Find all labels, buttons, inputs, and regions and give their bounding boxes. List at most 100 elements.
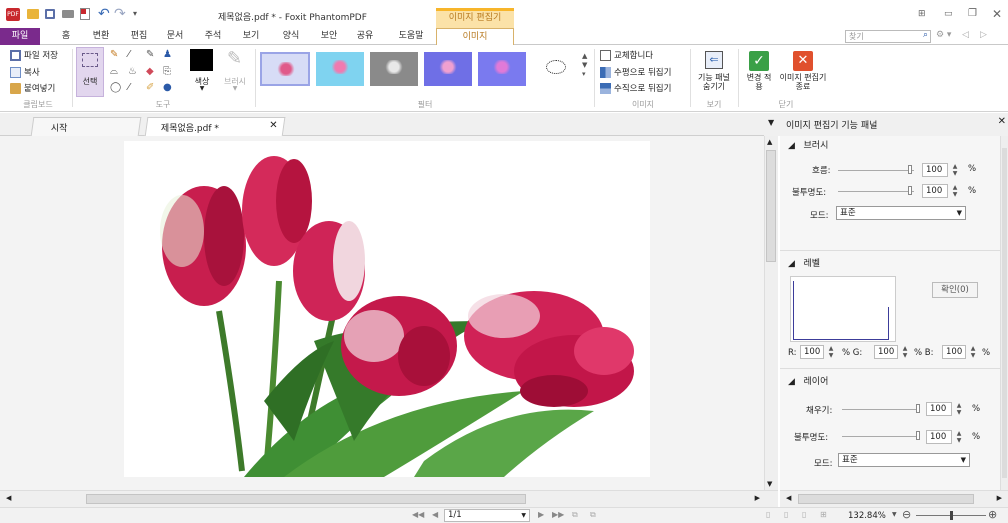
r-spinner[interactable]: ▲ ▼	[828, 345, 834, 359]
tulip-image[interactable]	[124, 141, 650, 477]
layer-opacity-knob[interactable]	[916, 431, 920, 440]
pencil-icon[interactable]: ✐	[146, 82, 154, 93]
filter-thumb-original[interactable]	[260, 52, 310, 86]
save-file-button[interactable]: 파일 저장	[10, 49, 58, 61]
pdf-page[interactable]	[124, 141, 650, 477]
nav-forward-icon[interactable]: ▷	[980, 30, 987, 40]
select-tool-button[interactable]: 선택	[76, 47, 104, 97]
clone-icon[interactable]: ⎘	[163, 66, 171, 77]
zoom-out-icon[interactable]: ⊖	[902, 508, 911, 521]
panel-vertical-scrollbar[interactable]	[1000, 136, 1008, 490]
brush-icon[interactable]: ✎	[146, 49, 154, 60]
polygon-lasso-icon[interactable]: ◯	[110, 82, 121, 93]
fill-input[interactable]: 100	[926, 402, 952, 416]
scroll-up-icon[interactable]: ▲	[767, 138, 772, 146]
settings-icon[interactable]: ⚙ ▾	[936, 30, 951, 40]
brush-opacity-knob[interactable]	[908, 186, 912, 195]
doc-horizontal-scrollbar[interactable]: ◀ ▶	[0, 490, 778, 507]
page-layout-icon[interactable]: ⧉	[590, 510, 596, 520]
layer-opacity-slider[interactable]	[842, 436, 920, 437]
brush-opacity-spinner[interactable]: ▲ ▼	[952, 184, 958, 198]
layer-mode-select[interactable]: 표준 ▼	[838, 453, 970, 467]
brush-section-header[interactable]: ◢ 브러시	[780, 136, 1000, 156]
tab-start[interactable]: 시작	[30, 117, 142, 136]
tab-share[interactable]: 공유	[350, 28, 380, 45]
next-page-icon[interactable]: ▶	[538, 510, 544, 519]
scroll-down-icon[interactable]: ▼	[767, 480, 772, 488]
paste-button[interactable]: 붙여넣기	[10, 82, 55, 94]
scroll-right-icon[interactable]: ▶	[997, 494, 1002, 502]
tab-convert[interactable]: 변환	[86, 28, 116, 45]
brush-mode-select[interactable]: 표준 ▼	[836, 206, 966, 220]
scroll-right-icon[interactable]: ▶	[755, 494, 760, 502]
zoom-dropdown-icon[interactable]: ▼	[892, 511, 897, 518]
facing-page-icon[interactable]: ▯	[802, 510, 806, 519]
filter-thumb-violet[interactable]	[478, 52, 526, 86]
zoom-icon[interactable]: ●	[163, 82, 172, 93]
minimize-button[interactable]: ▭	[944, 9, 953, 19]
close-editor-button[interactable]: ✕ 이미지 편집기 종료	[778, 49, 828, 99]
replace-image-button[interactable]: 교체합니다	[600, 49, 653, 61]
stamp-icon[interactable]: ♟	[163, 49, 172, 60]
nav-back-icon[interactable]: ◁	[962, 30, 969, 40]
close-tab-icon[interactable]: ✕	[269, 120, 277, 131]
prev-page-icon[interactable]: ◀	[432, 510, 438, 519]
tab-image[interactable]: 이미지	[436, 28, 514, 46]
scroll-thumb[interactable]	[798, 494, 974, 504]
brush-opacity-slider[interactable]	[838, 191, 914, 192]
scroll-left-icon[interactable]: ◀	[786, 494, 791, 502]
fit-page-icon[interactable]: ⊞	[820, 510, 827, 519]
pen-icon[interactable]: ✎	[110, 49, 118, 60]
b-input[interactable]: 100	[942, 345, 966, 359]
level-histogram[interactable]	[790, 276, 896, 342]
panel-collapse-icon[interactable]: ▼	[768, 118, 774, 127]
flow-slider[interactable]	[838, 170, 914, 171]
filter-thumb-sketch[interactable]	[532, 52, 580, 86]
single-page-icon[interactable]: ▯	[766, 510, 770, 519]
panel-close-icon[interactable]: ✕	[998, 116, 1006, 127]
layer-opacity-spinner[interactable]: ▲ ▼	[956, 430, 962, 444]
tab-view[interactable]: 보기	[236, 28, 266, 45]
brush-opacity-input[interactable]: 100	[922, 184, 948, 198]
tab-help[interactable]: 도움말	[392, 28, 430, 45]
flip-horizontal-button[interactable]: 수평으로 뒤집기	[600, 66, 671, 78]
search-box[interactable]: 찾기 ⌕	[845, 30, 931, 43]
page-number-input[interactable]: 1/1 ▼	[444, 509, 530, 522]
layer-section-header[interactable]: ◢ 레이어	[780, 372, 1000, 392]
first-page-icon[interactable]: ◀◀	[412, 510, 424, 519]
ribbon-options-icon[interactable]: ⊞	[918, 9, 926, 19]
last-page-icon[interactable]: ▶▶	[552, 510, 564, 519]
tab-form[interactable]: 양식	[276, 28, 306, 45]
copy-button[interactable]: 복사	[10, 66, 40, 78]
apply-changes-button[interactable]: ✓ 변경 적용	[744, 49, 774, 99]
filter-gallery-scroll[interactable]: ▲ ▼ ▾	[582, 52, 587, 79]
eyedropper-icon[interactable]: ⁄	[128, 49, 130, 60]
new-doc-icon[interactable]	[80, 8, 90, 20]
fill-slider[interactable]	[842, 409, 920, 410]
wand-icon[interactable]: ⁄	[128, 82, 130, 93]
print-icon[interactable]	[62, 10, 74, 18]
fill-spinner[interactable]: ▲ ▼	[956, 402, 962, 416]
zoom-slider-knob[interactable]	[950, 511, 953, 520]
flow-input[interactable]: 100	[922, 163, 948, 177]
lasso-icon[interactable]: ⌓	[110, 66, 118, 77]
close-window-button[interactable]: ✕	[992, 7, 1002, 21]
scroll-left-icon[interactable]: ◀	[6, 494, 11, 502]
g-spinner[interactable]: ▲ ▼	[902, 345, 908, 359]
page-view-icon[interactable]: ⧉	[572, 510, 578, 520]
tab-document[interactable]: 문서	[160, 28, 190, 45]
undo-icon[interactable]: ↶	[98, 6, 110, 22]
panel-horizontal-scrollbar[interactable]: ◀ ▶	[780, 490, 1008, 507]
scroll-thumb[interactable]	[1002, 148, 1007, 478]
qat-dropdown-icon[interactable]: ▾	[133, 9, 137, 18]
scroll-thumb[interactable]	[766, 150, 776, 262]
color-button[interactable]: 색상 ▼	[188, 48, 216, 94]
tab-file[interactable]: 파일	[0, 28, 40, 45]
doc-vertical-scrollbar[interactable]: ▲ ▼	[764, 136, 778, 490]
flip-vertical-button[interactable]: 수직으로 뒤집기	[600, 82, 671, 94]
scroll-thumb[interactable]	[86, 494, 526, 504]
toggle-panel-button[interactable]: ⇐ 기능 패널 숨기기	[694, 49, 734, 99]
zoom-in-icon[interactable]: ⊕	[988, 508, 997, 521]
layer-opacity-input[interactable]: 100	[926, 430, 952, 444]
redo-icon[interactable]: ↷	[114, 6, 126, 22]
